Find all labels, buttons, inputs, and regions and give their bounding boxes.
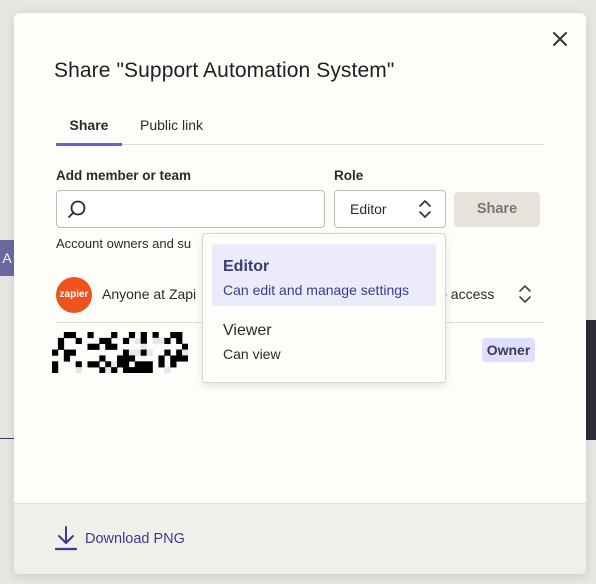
background-panel-edge	[586, 320, 596, 440]
dialog-title: Share "Support Automation System"	[54, 59, 395, 82]
download-icon	[54, 526, 78, 551]
zapier-avatar: zapier	[56, 277, 92, 313]
tab-share[interactable]: Share	[56, 117, 122, 146]
role-option-viewer[interactable]: Viewer Can view	[212, 310, 436, 366]
dialog-footer: Download PNG	[14, 503, 586, 574]
helper-text: Account owners and su	[56, 236, 192, 251]
search-icon	[68, 200, 86, 218]
role-option-title: Viewer	[223, 322, 272, 339]
share-button[interactable]: Share	[454, 192, 540, 227]
download-label: Download PNG	[85, 531, 185, 547]
owner-badge: Owner	[482, 338, 535, 362]
close-icon	[553, 32, 567, 46]
role-select[interactable]: Editor	[334, 190, 446, 228]
tab-bar: Share Public link	[56, 117, 544, 146]
role-option-title: Editor	[223, 258, 270, 275]
member-search-input[interactable]	[91, 197, 315, 223]
chevron-updown-icon[interactable]	[517, 283, 533, 305]
close-button[interactable]	[548, 27, 572, 51]
role-option-editor[interactable]: Editor Can edit and manage settings	[212, 244, 436, 306]
role-label: Role	[334, 168, 364, 183]
chevron-updown-icon	[419, 200, 431, 218]
tab-public-link[interactable]: Public link	[140, 117, 203, 144]
role-select-value: Editor	[350, 201, 387, 217]
member-search-field[interactable]	[56, 190, 325, 228]
member-label: Add member or team	[56, 168, 192, 183]
role-dropdown-menu: Editor Can edit and manage settings View…	[202, 233, 446, 383]
background-line	[0, 438, 14, 439]
role-option-description: Can view	[223, 346, 281, 362]
role-option-description: Can edit and manage settings	[223, 282, 410, 298]
owner-avatar	[52, 332, 188, 373]
org-access-name: Anyone at Zapi	[102, 286, 197, 302]
background-strip: A	[0, 240, 14, 276]
